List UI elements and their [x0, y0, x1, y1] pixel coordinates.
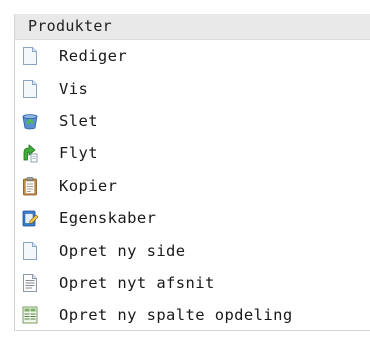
page-icon — [23, 79, 37, 98]
menu-item-label: Kopier — [59, 176, 118, 195]
menu-item-label: Rediger — [59, 47, 128, 66]
menu-item-vis[interactable]: Vis — [15, 72, 370, 104]
column-layout-icon — [22, 306, 38, 324]
clipboard-icon — [23, 176, 37, 196]
menu-item-label: Opret ny side — [59, 241, 186, 260]
menu-list: Rediger Vis Slet Flyt Kopier Egenskaber … — [15, 40, 370, 332]
menu-item-label: Vis — [59, 79, 89, 98]
properties-icon — [22, 210, 39, 227]
menu-item-opret-ny-side[interactable]: Opret ny side — [15, 234, 370, 266]
text-section-icon — [23, 273, 37, 292]
menu-item-opret-nyt-afsnit[interactable]: Opret nyt afsnit — [15, 267, 370, 299]
context-menu: Produkter Rediger Vis Slet Flyt Kopier E… — [14, 14, 370, 331]
menu-item-label: Slet — [59, 111, 98, 130]
menu-item-flyt[interactable]: Flyt — [15, 137, 370, 169]
menu-item-label: Egenskaber — [59, 209, 157, 228]
recycle-bin-icon — [22, 114, 38, 130]
menu-item-opret-ny-spalte-opdeling[interactable]: Opret ny spalte opdeling — [15, 299, 370, 331]
menu-item-label: Flyt — [59, 144, 98, 163]
menu-title: Produkter — [15, 14, 370, 40]
new-page-icon — [23, 241, 37, 260]
menu-item-slet[interactable]: Slet — [15, 105, 370, 137]
menu-item-label: Opret ny spalte opdeling — [59, 306, 293, 325]
page-icon — [23, 47, 37, 66]
move-arrow-icon — [23, 144, 38, 163]
menu-item-rediger[interactable]: Rediger — [15, 40, 370, 72]
menu-item-kopier[interactable]: Kopier — [15, 170, 370, 202]
menu-item-label: Opret nyt afsnit — [59, 273, 215, 292]
menu-item-egenskaber[interactable]: Egenskaber — [15, 202, 370, 234]
